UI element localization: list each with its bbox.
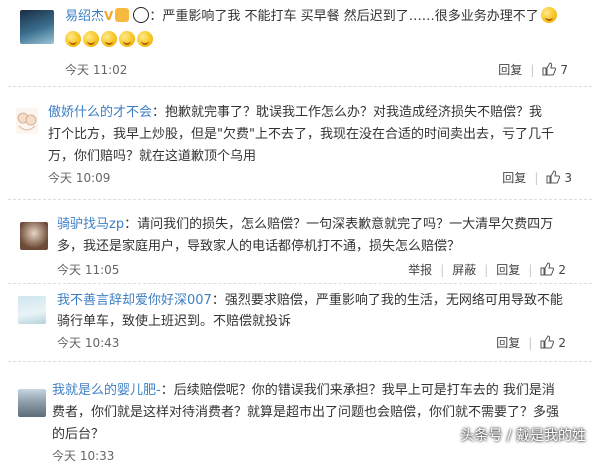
comment-text: 骑驴找马zp：请问我们的损失，怎么赔偿？一句深表歉意就完了吗？一大清早欠费四万	[57, 214, 553, 235]
medal-icon	[115, 8, 130, 22]
comment-line: ：强烈要求赔偿，严重影响了我的生活，无网络可用导致不能	[211, 293, 563, 308]
comment-time: 今天 11:02	[65, 63, 128, 77]
watermark-text: 头条号 / 戴是我的姓	[460, 428, 586, 444]
reply-button[interactable]: 回复	[498, 61, 522, 78]
comment-text: 的后台？	[52, 427, 105, 442]
comment-text: 我不善言辞却爱你好深007：强烈要求赔偿，严重影响了我的生活，无网络可用导致不能	[57, 290, 563, 311]
like-count: 7	[560, 63, 568, 77]
divider-pipe: |	[528, 263, 533, 277]
reply-button[interactable]: 回复	[502, 169, 526, 186]
comment-line: ：抱歉就完事了？耽误我工作怎么办？对我造成经济损失不赔偿？我	[152, 105, 543, 120]
report-button[interactable]: 举报	[408, 261, 432, 278]
comment-text: 打个比方，我早上炒股，但是"欠费"上不去了，我现在没在合适的时间卖出去，亏了几千	[48, 127, 554, 142]
comment-line: ：后续赔偿呢？你的错误我们来承担？我早上可是打车去的 我们是消	[160, 383, 555, 398]
reply-button[interactable]: 回复	[496, 334, 520, 351]
avatar[interactable]	[20, 222, 48, 250]
divider-pipe: |	[530, 63, 535, 77]
username-link[interactable]: 我就是么的婴儿肥-	[52, 383, 161, 398]
comment-divider	[8, 199, 592, 200]
comment-text: 费者，你们就是这样对待消费者？就算是超市出了问题也会赔偿，你们就不需要了？多强	[52, 405, 560, 420]
comment-divider	[8, 283, 592, 284]
username-link[interactable]: 我不善言辞却爱你好深007	[57, 293, 212, 308]
comment-divider	[8, 361, 592, 362]
verified-icon: V	[104, 9, 114, 23]
comment-line: ：请问我们的损失，怎么赔偿？一句深表歉意就完了吗？一大清早欠费四万	[124, 217, 554, 232]
avatar[interactable]	[18, 296, 46, 324]
comment-text: 万，你们赔吗？就在这道歉顶个乌用	[48, 149, 257, 164]
laugh-emoji-icon	[83, 31, 99, 47]
like-count: 3	[564, 171, 572, 185]
thumbs-up-icon	[540, 262, 555, 276]
panda-icon	[133, 7, 150, 23]
avatar[interactable]	[18, 389, 46, 417]
comment-time: 今天 10:33	[52, 449, 115, 463]
comment-text: 傲娇什么的才不会：抱歉就完事了？耽误我工作怎么办？对我造成经济损失不赔偿？我	[48, 102, 542, 123]
username-link[interactable]: 傲娇什么的才不会	[48, 105, 152, 120]
comment-text: 易绍杰V ：严重影响了我 不能打车 买早餐 然后迟到了……很多业务办理不了	[65, 6, 559, 27]
comment-text: 多，我还是家庭用户，导致家人的电话都停机打不通，损失怎么赔偿？	[57, 239, 461, 254]
laugh-emoji-icon	[119, 31, 135, 47]
username-link[interactable]: 骑驴找马zp	[57, 217, 124, 232]
reply-button[interactable]: 回复	[496, 261, 520, 278]
thumbs-up-icon	[542, 62, 557, 76]
comment-divider	[8, 86, 592, 87]
emoji-row	[65, 30, 155, 51]
laugh-emoji-icon	[137, 31, 153, 47]
comment-actions: 回复 | 2	[496, 334, 566, 351]
comment-actions: 举报 | 屏蔽 | 回复 | 2	[408, 261, 566, 278]
thumbs-up-icon	[546, 170, 561, 184]
laugh-emoji-icon	[101, 31, 117, 47]
like-button[interactable]: 2	[540, 262, 566, 277]
divider-pipe: |	[528, 336, 533, 350]
laugh-emoji-icon	[540, 7, 557, 23]
divider-pipe: |	[534, 171, 539, 185]
comment-time: 今天 10:09	[48, 171, 111, 185]
divider-pipe: |	[440, 263, 445, 277]
like-button[interactable]: 7	[542, 62, 568, 77]
block-button[interactable]: 屏蔽	[452, 261, 476, 278]
comment-time: 今天 11:05	[57, 263, 120, 277]
laugh-emoji-icon	[65, 31, 81, 47]
comment-actions: 回复 | 7	[498, 61, 568, 78]
avatar[interactable]	[16, 108, 38, 134]
cartoon-avatar-icon	[17, 112, 37, 131]
comment-actions: 回复 | 3	[502, 169, 572, 186]
like-count: 2	[558, 336, 566, 350]
like-button[interactable]: 3	[546, 170, 572, 185]
avatar[interactable]	[20, 10, 54, 44]
thumbs-up-icon	[540, 335, 555, 349]
comment-line: ：严重影响了我 不能打车 买早餐 然后迟到了……很多业务办理不了	[149, 9, 539, 24]
like-count: 2	[558, 263, 566, 277]
divider-pipe: |	[484, 263, 489, 277]
comment-time: 今天 10:43	[57, 336, 120, 350]
like-button[interactable]: 2	[540, 335, 566, 350]
comment-text: 骑行单车，致使上班迟到。不赔偿就投诉	[57, 314, 292, 329]
username-link[interactable]: 易绍杰	[65, 9, 104, 24]
comment-text: 我就是么的婴儿肥-：后续赔偿呢？你的错误我们来承担？我早上可是打车去的 我们是消	[52, 380, 555, 401]
